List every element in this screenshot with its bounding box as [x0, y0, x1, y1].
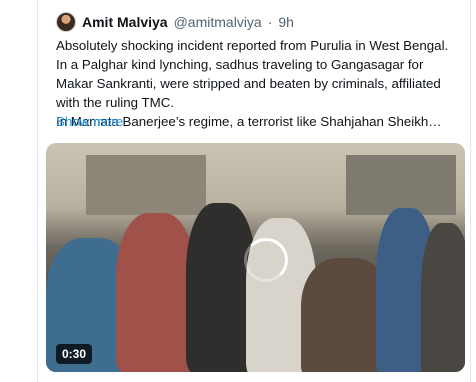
author-handle[interactable]: @amitmalviya	[174, 14, 262, 30]
crowd-figure	[421, 223, 465, 372]
tweet-timestamp[interactable]: 9h	[278, 14, 294, 30]
avatar[interactable]	[56, 12, 76, 32]
crowd-figure	[116, 213, 196, 372]
author-name[interactable]: Amit Malviya	[82, 14, 168, 30]
video-player[interactable]: 0:30	[46, 143, 465, 372]
video-duration-badge: 0:30	[56, 344, 93, 364]
separator-dot: ·	[267, 14, 273, 30]
background-building	[346, 155, 456, 215]
tweet-card[interactable]: Amit Malviya @amitmalviya · 9h Absolutel…	[37, 0, 471, 382]
tweet-text-paragraph: Absolutely shocking incident reported fr…	[56, 38, 449, 110]
tweet-header: Amit Malviya @amitmalviya · 9h	[56, 12, 294, 32]
loading-spinner-icon	[244, 238, 288, 282]
show-more-link[interactable]: Show more	[56, 114, 123, 129]
background-building	[86, 155, 206, 215]
